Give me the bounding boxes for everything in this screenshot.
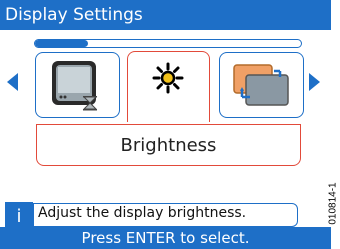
info-text: Adjust the display brightness. [38, 205, 247, 221]
status-bar: Press ENTER to select. [0, 227, 331, 249]
brightness-icon [152, 62, 184, 94]
copy-settings-tile[interactable] [219, 52, 304, 118]
title-bar: Display Settings [0, 0, 331, 30]
left-arrow-icon[interactable] [7, 73, 18, 91]
page-title: Display Settings [5, 5, 143, 25]
selected-item-label: Brightness [36, 124, 301, 166]
scroll-progress-bar [34, 39, 302, 48]
figure-code-text: 010814-1 [327, 182, 339, 225]
figure-code: 010814-1 [326, 160, 339, 249]
copy-icon [233, 64, 289, 106]
display-icon [52, 61, 98, 111]
info-text-box: Adjust the display brightness. [33, 203, 298, 227]
display-settings-tile[interactable] [35, 52, 120, 118]
device-screen: Display Settings Brightness i Adjust the… [0, 0, 331, 249]
status-text: Press ENTER to select. [81, 229, 250, 247]
brightness-tile[interactable] [127, 51, 210, 125]
progress-fill [35, 40, 89, 47]
right-arrow-icon[interactable] [309, 73, 320, 91]
selected-label-text: Brightness [120, 135, 217, 156]
